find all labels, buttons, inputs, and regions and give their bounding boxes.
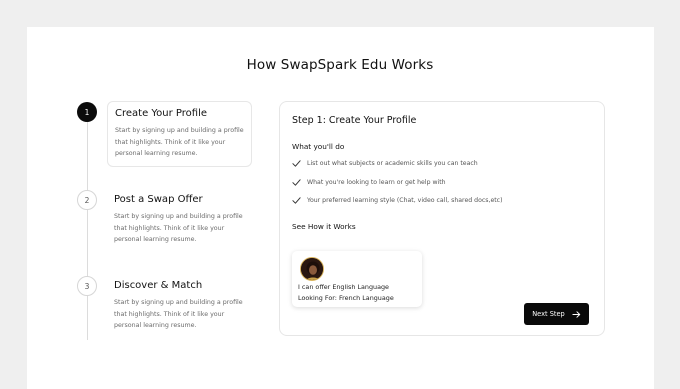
example-profile-card: I can offer English Language Looking For… — [292, 251, 422, 307]
detail-title: Step 1: Create Your Profile — [292, 115, 417, 126]
step-title: Post a Swap Offer — [114, 194, 203, 205]
step-description: Start by signing up and building a profi… — [114, 299, 243, 329]
checklist-item: What you're looking to learn or get help… — [292, 178, 446, 187]
step-number-1[interactable]: 1 — [77, 102, 97, 122]
timeline-line — [87, 112, 88, 340]
step-title: Discover & Match — [114, 280, 203, 291]
check-icon — [292, 197, 301, 204]
step-title: Create Your Profile — [115, 108, 208, 119]
step-card-discover-match[interactable]: Discover & Match Start by signing up and… — [107, 274, 252, 338]
checklist-item-text: List out what subjects or academic skill… — [307, 160, 478, 167]
offer-text: I can offer English Language — [298, 283, 389, 291]
step-card-create-profile[interactable]: Create Your Profile Start by signing up … — [107, 101, 252, 167]
next-step-label: Next Step — [532, 310, 565, 318]
check-icon — [292, 160, 301, 167]
checklist-item-text: Your preferred learning style (Chat, vid… — [307, 197, 503, 204]
arrow-right-icon — [572, 310, 580, 318]
check-icon — [292, 179, 301, 186]
step-detail-card: Step 1: Create Your Profile What you'll … — [279, 101, 605, 336]
avatar — [300, 257, 324, 281]
next-step-button[interactable]: Next Step — [524, 303, 589, 325]
step-number-2[interactable]: 2 — [77, 190, 97, 210]
see-how-it-works-label: See How it Works — [292, 222, 356, 231]
checklist-item: Your preferred learning style (Chat, vid… — [292, 196, 503, 205]
page-title: How SwapSpark Edu Works — [246, 57, 434, 73]
looking-for-text: Looking For: French Language — [298, 294, 394, 302]
checklist-item: List out what subjects or academic skill… — [292, 159, 478, 168]
step-card-post-swap-offer[interactable]: Post a Swap Offer Start by signing up an… — [107, 188, 252, 252]
checklist-item-text: What you're looking to learn or get help… — [307, 179, 446, 186]
step-description: Start by signing up and building a profi… — [115, 127, 244, 157]
step-number-3[interactable]: 3 — [77, 276, 97, 296]
step-description: Start by signing up and building a profi… — [114, 213, 243, 243]
what-youll-do-label: What you'll do — [292, 142, 345, 151]
